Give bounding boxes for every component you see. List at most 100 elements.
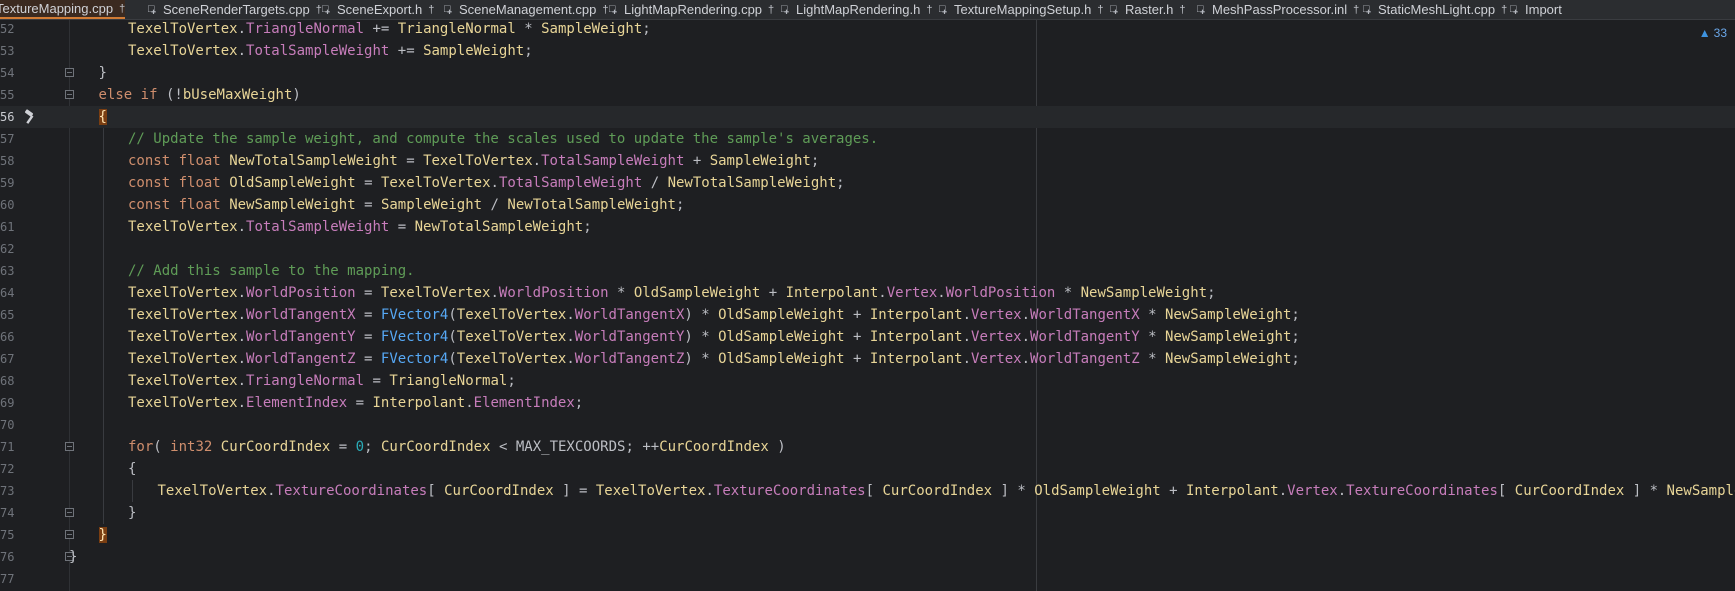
tab-label: StaticMeshLight.cpp: [1378, 1, 1496, 17]
indent-guide: [132, 480, 133, 502]
tab-texturemappingsetup-h[interactable]: TextureMappingSetup.h †: [939, 0, 1103, 20]
tab-meshpassprocessor-inl[interactable]: MeshPassProcessor.inl †: [1197, 0, 1359, 20]
code-text: }: [128, 505, 137, 521]
code-line[interactable]: 61 TexelToVertex.TotalSampleWeight = NewT…: [0, 216, 1735, 238]
fold-end-icon[interactable]: [65, 508, 74, 517]
line-number: 56: [0, 110, 15, 124]
pin-icon[interactable]: †: [1501, 2, 1507, 18]
tab-label: TextureMappingSetup.h: [954, 1, 1092, 17]
code-line[interactable]: 55 else if (!bUseMaxWeight): [0, 84, 1735, 106]
code-text: TexelToVertex.WorldTangentY = FVector4(T…: [128, 329, 1300, 345]
line-number: 68: [0, 374, 15, 388]
line-number: 61: [0, 220, 15, 234]
code-line[interactable]: 56 {: [0, 106, 1735, 128]
editor-tab-bar: TextureMapping.cpp†SceneRenderTargets.cp…: [0, 0, 1735, 20]
code-line[interactable]: 69 TexelToVertex.ElementIndex = Interpola…: [0, 392, 1735, 414]
tab-import[interactable]: Import: [1510, 0, 1562, 20]
line-number: 70: [0, 418, 15, 432]
tab-label: SceneRenderTargets.cpp: [163, 1, 310, 17]
code-line[interactable]: 70: [0, 414, 1735, 436]
code-line[interactable]: 63 // Add this sample to the mapping.: [0, 260, 1735, 282]
code-text: TexelToVertex.ElementIndex = Interpolant…: [128, 395, 584, 411]
pin-icon[interactable]: †: [1097, 2, 1103, 18]
line-number: 52: [0, 22, 15, 36]
line-number: 62: [0, 242, 15, 256]
code-text: TexelToVertex.WorldTangentX = FVector4(T…: [128, 307, 1300, 323]
tab-lightmaprendering-cpp[interactable]: LightMapRendering.cpp †: [609, 0, 774, 20]
code-text: const float NewTotalSampleWeight = Texel…: [128, 153, 820, 169]
pin-icon[interactable]: †: [1353, 2, 1359, 18]
build-hammer-icon[interactable]: [22, 109, 38, 125]
code-line[interactable]: 54}: [0, 62, 1735, 84]
code-editor[interactable]: ▲ 33 52 TexelToVertex.TriangleNormal += Tr…: [0, 20, 1735, 591]
tab-label: Raster.h: [1125, 1, 1174, 17]
line-number: 53: [0, 44, 15, 58]
code-line[interactable]: 64 TexelToVertex.WorldPosition = TexelToV…: [0, 282, 1735, 304]
code-line[interactable]: 71 for( int32 CurCoordIndex = 0; CurCoord…: [0, 436, 1735, 458]
fold-collapse-icon[interactable]: [65, 90, 74, 99]
pin-icon[interactable]: †: [428, 2, 434, 18]
code-line[interactable]: 68 TexelToVertex.TriangleNormal = Triangl…: [0, 370, 1735, 392]
pin-icon[interactable]: †: [926, 2, 932, 18]
tab-label: LightMapRendering.cpp: [624, 1, 763, 17]
code-text: // Add this sample to the mapping.: [128, 263, 415, 279]
tab-label: Import: [1525, 1, 1562, 17]
fold-collapse-icon[interactable]: [65, 442, 74, 451]
tab-staticmeshlight-cpp[interactable]: StaticMeshLight.cpp †: [1363, 0, 1507, 20]
code-line[interactable]: 52 TexelToVertex.TriangleNormal += Triang…: [0, 18, 1735, 40]
code-text: {: [98, 109, 107, 125]
code-line[interactable]: 76}: [0, 546, 1735, 568]
code-line[interactable]: 60 const float NewSampleWeight = SampleWe…: [0, 194, 1735, 216]
line-number: 69: [0, 396, 15, 410]
code-line[interactable]: 62: [0, 238, 1735, 260]
code-line[interactable]: 57 // Update the sample weight, and compu…: [0, 128, 1735, 150]
file-icon: [444, 1, 456, 20]
line-number: 54: [0, 66, 15, 80]
code-text: TexelToVertex.TextureCoordinates[ CurCoo…: [157, 483, 1735, 499]
code-text: }: [98, 527, 107, 543]
code-text: // Update the sample weight, and compute…: [128, 131, 879, 147]
file-icon: [322, 1, 334, 20]
tab-texturemapping-cpp[interactable]: TextureMapping.cpp †: [0, 0, 126, 19]
code-line[interactable]: 58 const float NewTotalSampleWeight = Tex…: [0, 150, 1735, 172]
code-text: TexelToVertex.TriangleNormal += Triangle…: [128, 21, 651, 37]
code-text: else if (!bUseMaxWeight): [98, 87, 301, 103]
line-number: 55: [0, 88, 15, 102]
tab-raster-h[interactable]: Raster.h †: [1110, 0, 1186, 20]
line-number: 67: [0, 352, 15, 366]
tab-label: SceneManagement.cpp: [459, 1, 597, 17]
code-line[interactable]: 59 const float OldSampleWeight = TexelToV…: [0, 172, 1735, 194]
code-line[interactable]: 77: [0, 568, 1735, 590]
line-number: 63: [0, 264, 15, 278]
code-line[interactable]: 73 TexelToVertex.TextureCoordinates[ CurC…: [0, 480, 1735, 502]
code-text: {: [128, 461, 137, 477]
pin-icon[interactable]: †: [119, 1, 125, 17]
tab-scenemanagement-cpp[interactable]: SceneManagement.cpp †: [444, 0, 608, 20]
line-number: 57: [0, 132, 15, 146]
code-line[interactable]: 74}: [0, 502, 1735, 524]
pin-icon[interactable]: †: [316, 2, 322, 18]
line-number: 73: [0, 484, 15, 498]
line-number: 66: [0, 330, 15, 344]
tab-label: TextureMapping.cpp: [0, 0, 114, 16]
tab-sceneexport-h[interactable]: SceneExport.h †: [322, 0, 434, 20]
tab-lightmaprendering-h[interactable]: LightMapRendering.h †: [781, 0, 932, 20]
pin-icon[interactable]: †: [1179, 2, 1185, 18]
pin-icon[interactable]: †: [602, 2, 608, 18]
code-line[interactable]: 53 TexelToVertex.TotalSampleWeight += Sam…: [0, 40, 1735, 62]
tab-scenerendertargets-cpp[interactable]: SceneRenderTargets.cpp †: [148, 0, 322, 20]
indent-guide: [102, 128, 104, 524]
file-icon: [1110, 1, 1122, 20]
pin-icon[interactable]: †: [768, 2, 774, 18]
fold-end-icon[interactable]: [65, 530, 74, 539]
code-line[interactable]: 66 TexelToVertex.WorldTangentY = FVector4…: [0, 326, 1735, 348]
code-line[interactable]: 75}: [0, 524, 1735, 546]
file-icon: [1510, 1, 1522, 20]
code-line[interactable]: 72 {: [0, 458, 1735, 480]
file-icon: [939, 1, 951, 20]
fold-end-icon[interactable]: [65, 68, 74, 77]
code-text: const float OldSampleWeight = TexelToVer…: [128, 175, 845, 191]
code-line[interactable]: 65 TexelToVertex.WorldTangentX = FVector4…: [0, 304, 1735, 326]
tab-label: LightMapRendering.h: [796, 1, 921, 17]
code-line[interactable]: 67 TexelToVertex.WorldTangentZ = FVector4…: [0, 348, 1735, 370]
